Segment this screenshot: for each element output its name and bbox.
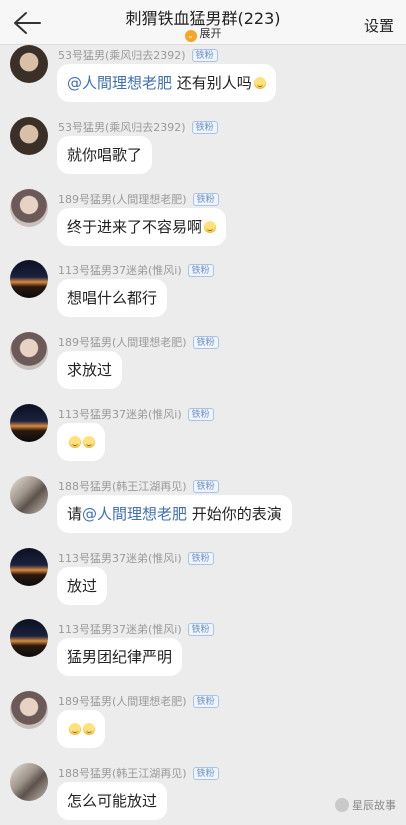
sender-name: 188号猛男(韩王江湖再见) 铁粉 — [58, 765, 219, 781]
message-bubble[interactable]: 猛男团纪律严明 — [57, 638, 183, 677]
fan-badge: 铁粉 — [192, 767, 219, 780]
expand-button[interactable]: ⌄ 展开 — [0, 25, 406, 42]
message-text: 就你唱歌了 — [67, 145, 143, 164]
message-bubble[interactable]: @人間理想老肥 还有别人吗 — [57, 64, 276, 102]
message-text: 终于进来了不容易啊 — [67, 217, 203, 236]
sender-name-text: 113号猛男37迷弟(惟风i) — [58, 408, 182, 421]
sender-name: 113号猛男37迷弟(惟风i) 铁粉 — [58, 262, 214, 278]
message-bubble[interactable]: 怎么可能放过 — [57, 782, 168, 820]
mention-link[interactable]: @人間理想老肥 — [82, 505, 187, 523]
watermark-text: 星辰故事 — [352, 799, 396, 812]
avatar[interactable] — [10, 404, 48, 442]
emoji-icon — [253, 77, 266, 89]
avatar[interactable] — [10, 332, 48, 371]
fan-badge: 铁粉 — [192, 479, 219, 493]
sender-name: 113号猛男37迷弟(惟风i) 铁粉 — [58, 406, 214, 422]
message-bubble[interactable]: 终于进来了不容易啊 — [57, 207, 227, 246]
message-row: 113号猛男37迷弟(惟风i) 铁粉 — [0, 404, 406, 476]
message-bubble[interactable]: 请@人間理想老肥 开始你的表演 — [57, 494, 292, 533]
fan-badge: 铁粉 — [192, 695, 219, 709]
sender-name: 188号猛男(韩王江湖再见) 铁粉 — [58, 478, 219, 494]
message-bubble[interactable] — [57, 423, 105, 461]
sender-name-text: 53号猛男(乘风归去2392) — [58, 49, 186, 62]
fan-badge: 铁粉 — [191, 49, 218, 62]
sender-name-text: 188号猛男(韩王江湖再见) — [58, 767, 187, 780]
fan-badge: 铁粉 — [187, 264, 214, 278]
fan-badge: 铁粉 — [191, 120, 218, 134]
message-bubble[interactable]: 就你唱歌了 — [57, 135, 153, 174]
message-text: 放过 — [67, 576, 98, 595]
chevron-down-icon: ⌄ — [184, 30, 197, 42]
emoji-icon — [83, 723, 95, 736]
fan-badge: 铁粉 — [192, 336, 219, 350]
sender-name-text: 189号猛男(人間理想老肥) — [58, 695, 187, 709]
message-row: 113号猛男37迷弟(惟风i) 铁粉 猛男团纪律严明 — [0, 619, 406, 691]
avatar[interactable] — [10, 691, 48, 730]
fan-badge: 铁粉 — [192, 192, 219, 206]
watermark-icon — [335, 798, 349, 812]
avatar[interactable] — [10, 547, 48, 586]
sender-name-text: 113号猛男37迷弟(惟风i) — [58, 623, 182, 637]
message-row: 189号猛男(人間理想老肥) 铁粉终于进来了不容易啊 — [0, 188, 406, 261]
avatar[interactable] — [10, 619, 48, 658]
sender-name-text: 113号猛男37迷弟(惟风i) — [58, 551, 182, 565]
fan-badge: 铁粉 — [187, 551, 214, 565]
sender-name: 189号猛男(人間理想老肥) 铁粉 — [58, 334, 219, 350]
message-bubble[interactable]: 想唱什么都行 — [57, 279, 168, 318]
avatar[interactable] — [10, 188, 48, 227]
message-row: 113号猛男37迷弟(惟风i) 铁粉想唱什么都行 — [0, 260, 406, 332]
message-row: 189号猛男(人間理想老肥) 铁粉 — [0, 691, 406, 763]
sender-name: 53号猛男(乘风归去2392) 铁粉 — [58, 47, 218, 63]
emoji-icon — [83, 436, 95, 448]
sender-name-text: 113号猛男37迷弟(惟风i) — [58, 264, 182, 278]
message-text: 请 — [67, 504, 83, 523]
sender-name: 189号猛男(人間理想老肥) 铁粉 — [58, 191, 219, 207]
settings-button[interactable]: 设置 — [364, 15, 394, 36]
emoji-icon — [69, 436, 81, 448]
message-text: 还有别人吗 — [172, 74, 252, 92]
sender-name: 53号猛男(乘风归去2392) 铁粉 — [58, 119, 218, 135]
sender-name-text: 189号猛男(人間理想老肥) — [58, 192, 187, 206]
sender-name: 113号猛男37迷弟(惟风i) 铁粉 — [58, 621, 214, 637]
watermark: 星辰故事 — [335, 797, 396, 813]
emoji-icon — [204, 220, 217, 233]
message-row: 53号猛男(乘风归去2392) 铁粉 @人間理想老肥 还有别人吗 — [0, 45, 406, 117]
message-text: 怎么可能放过 — [67, 792, 158, 810]
mention-link[interactable]: @人間理想老肥 — [67, 74, 172, 92]
message-bubble[interactable] — [57, 710, 105, 749]
sender-name: 189号猛男(人間理想老肥) 铁粉 — [58, 693, 219, 709]
message-bubble[interactable]: 求放过 — [57, 351, 123, 390]
emoji-icon — [69, 723, 81, 736]
avatar[interactable] — [10, 475, 48, 514]
message-row: 189号猛男(人間理想老肥) 铁粉求放过 — [0, 332, 406, 404]
sender-name-text: 53号猛男(乘风归去2392) — [58, 120, 186, 134]
message-bubble[interactable]: 放过 — [57, 566, 108, 605]
avatar[interactable] — [10, 45, 48, 83]
message-text: 求放过 — [67, 361, 113, 380]
message-text: 猛男团纪律严明 — [67, 648, 173, 667]
message-row: 188号猛男(韩王江湖再见) 铁粉怎么可能放过 — [0, 763, 406, 825]
sender-name: 113号猛男37迷弟(惟风i) 铁粉 — [58, 550, 214, 566]
avatar[interactable] — [10, 116, 48, 155]
fan-badge: 铁粉 — [187, 408, 214, 421]
message-row: 113号猛男37迷弟(惟风i) 铁粉放过 — [0, 547, 406, 620]
avatar[interactable] — [10, 260, 48, 299]
message-row: 188号猛男(韩王江湖再见) 铁粉 请@人間理想老肥 开始你的表演 — [0, 475, 406, 548]
message-row: 53号猛男(乘风归去2392) 铁粉就你唱歌了 — [0, 116, 406, 189]
sender-name-text: 189号猛男(人間理想老肥) — [58, 336, 187, 350]
expand-label: 展开 — [199, 27, 222, 40]
chat-header: 刺猬铁血猛男群(223) ⌄ 展开 设置 — [0, 0, 406, 45]
message-text: 开始你的表演 — [187, 504, 282, 523]
avatar[interactable] — [10, 763, 48, 801]
message-text: 想唱什么都行 — [67, 289, 158, 308]
fan-badge: 铁粉 — [187, 623, 214, 637]
sender-name-text: 188号猛男(韩王江湖再见) — [58, 479, 187, 493]
